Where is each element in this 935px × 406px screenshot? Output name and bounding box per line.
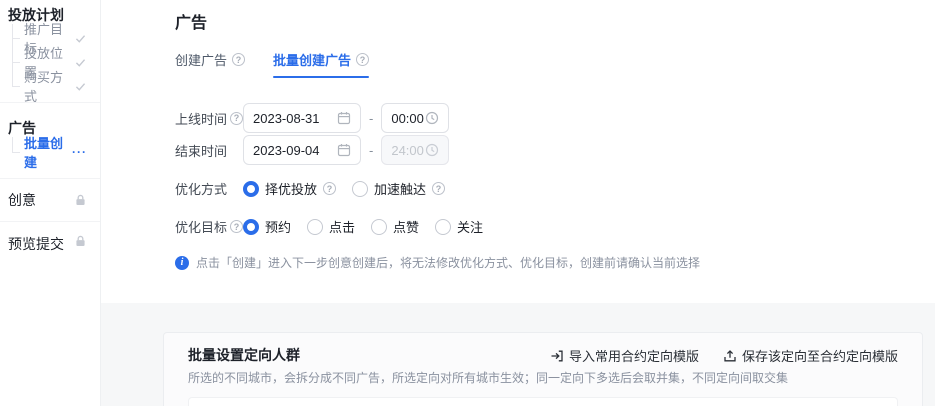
tab-batch-create-ad[interactable]: 批量创建广告 ? (273, 50, 370, 78)
radio-accelerated-reach[interactable]: 加速触达 ? (352, 179, 446, 198)
create-notice: i 点击「创建」进入下一步创意创建后，将无法修改优化方式、优化目标，创建前请确认… (175, 254, 935, 271)
optimize-goal-options: 预约 点击 点赞 关注 (243, 217, 499, 236)
radio-unselected-icon[interactable] (371, 218, 388, 235)
help-icon[interactable]: ? (432, 182, 446, 195)
end-hour-input-disabled: 24:00 (381, 135, 450, 165)
field-label: 上线时间 (175, 111, 228, 127)
help-icon[interactable]: ? (230, 111, 243, 125)
sidebar-item-preview-submit: 预览提交 (8, 236, 64, 252)
radio-label: 加速触达 (374, 182, 427, 197)
sidebar-plan-substeps: 推广目标 投放位置 购买方式 (0, 22, 100, 104)
optimize-method-options: 择优投放 ? 加速触达 ? (243, 179, 461, 198)
radio-click[interactable]: 点击 (307, 217, 355, 236)
radio-label: 点击 (329, 220, 356, 235)
import-template-link[interactable]: 导入常用合约定向模版 (550, 346, 699, 365)
sidebar-item-label: 购买方式 (24, 70, 64, 104)
start-date-value: 2023-08-31 (253, 110, 320, 126)
targeting-card: 批量设置定向人群 所选的不同城市，会拆分成不同广告，所选定向对所有城市生效；同一… (163, 332, 923, 406)
lock-icon (76, 235, 85, 247)
end-time-label: 结束时间 (175, 141, 243, 160)
link-label: 导入常用合约定向模版 (568, 349, 699, 364)
sidebar-item-label: 批量创建 (24, 136, 64, 170)
end-hour-value: 24:00 (391, 142, 424, 158)
radio-selected-icon[interactable] (243, 180, 259, 197)
sidebar-item-batch-create[interactable]: 批量创建 ··· (0, 136, 100, 170)
radio-reservation[interactable]: 预约 (243, 217, 291, 236)
range-separator: - (369, 110, 374, 126)
help-icon[interactable]: ? (323, 182, 337, 195)
sidebar-group-ad: 广告 批量创建 ··· (0, 103, 100, 179)
help-icon[interactable]: ? (230, 220, 243, 233)
page-title: 广告 (175, 15, 208, 32)
app-window: 投放计划 推广目标 投放位置 购买方式 广告 批量创建 ··· 创意 预览提交 … (0, 0, 935, 406)
radio-unselected-icon[interactable] (307, 218, 324, 235)
end-time-row: 结束时间 2023-09-04 - 24:00 (175, 135, 935, 165)
calendar-icon (337, 144, 351, 157)
more-icon[interactable]: ··· (72, 146, 87, 158)
check-icon (75, 58, 86, 67)
targeting-subtitle: 所选的不同城市，会拆分成不同广告，所选定向对所有城市生效；同一定向下多选后会取并… (188, 371, 789, 385)
clock-icon (426, 111, 439, 125)
start-time-row: 上线时间 ? 2023-08-31 - 00:00 (175, 103, 935, 133)
radio-follow[interactable]: 关注 (435, 217, 483, 236)
start-date-input[interactable]: 2023-08-31 (243, 103, 361, 133)
wizard-sidebar: 投放计划 推广目标 投放位置 购买方式 广告 批量创建 ··· 创意 预览提交 (0, 0, 101, 406)
radio-unselected-icon[interactable] (435, 218, 452, 235)
sidebar-ad-substeps: 批量创建 ··· (0, 136, 100, 170)
sidebar-item-buy-mode[interactable]: 购买方式 (0, 70, 100, 104)
radio-like[interactable]: 点赞 (371, 217, 419, 236)
radio-selected-icon[interactable] (243, 218, 259, 235)
template-actions: 导入常用合约定向模版 保存该定向至合约定向模版 (550, 346, 898, 365)
check-icon (75, 34, 86, 43)
link-label: 保存该定向至合约定向模版 (741, 349, 898, 364)
sidebar-group-plan: 投放计划 推广目标 投放位置 购买方式 (0, 0, 100, 104)
save-icon (724, 349, 736, 361)
sidebar-item-creative: 创意 (8, 192, 36, 208)
radio-smart-delivery[interactable]: 择优投放 ? (243, 179, 337, 198)
field-label: 优化目标 (175, 220, 228, 235)
radio-unselected-icon[interactable] (352, 180, 369, 197)
radio-label: 预约 (265, 220, 292, 235)
optimize-goal-row: 优化目标 ? 预约 点击 点赞 关注 (175, 217, 935, 236)
import-icon (551, 350, 563, 361)
radio-label: 点赞 (393, 220, 420, 235)
ad-tabs: 创建广告 ? 批量创建广告 ? (175, 50, 935, 78)
field-label: 结束时间 (175, 143, 228, 159)
sidebar-group-creative[interactable]: 创意 (0, 179, 100, 222)
save-template-link[interactable]: 保存该定向至合约定向模版 (723, 346, 898, 365)
sidebar-group-preview[interactable]: 预览提交 (0, 222, 100, 254)
targeting-section: 批量设置定向人群 所选的不同城市，会拆分成不同广告，所选定向对所有城市生效；同一… (101, 303, 935, 406)
check-icon (75, 82, 86, 91)
field-label: 优化方式 (175, 182, 228, 197)
tab-label: 批量创建广告 (273, 53, 352, 68)
start-time-label: 上线时间 ? (175, 109, 243, 128)
end-date-value: 2023-09-04 (253, 142, 320, 158)
optimize-goal-label: 优化目标 ? (175, 217, 243, 236)
main-content: 广告 创建广告 ? 批量创建广告 ? 上线时间 ? 2023-08-31 - 0… (101, 0, 935, 406)
radio-label: 择优投放 (265, 182, 318, 197)
start-hour-input[interactable]: 00:00 (381, 103, 450, 133)
targeting-inner-panel (188, 397, 898, 406)
notice-text: 点击「创建」进入下一步创意创建后，将无法修改优化方式、优化目标，创建前请确认当前… (196, 256, 701, 270)
ad-form-section: 广告 创建广告 ? 批量创建广告 ? 上线时间 ? 2023-08-31 - 0… (101, 0, 935, 303)
tab-create-ad[interactable]: 创建广告 ? (175, 50, 246, 78)
radio-label: 关注 (457, 220, 484, 235)
help-icon[interactable]: ? (356, 53, 370, 66)
calendar-icon (337, 112, 351, 125)
optimize-method-label: 优化方式 (175, 179, 243, 198)
lock-icon (76, 194, 85, 206)
optimize-method-row: 优化方式 择优投放 ? 加速触达 ? (175, 179, 935, 198)
end-date-input[interactable]: 2023-09-04 (243, 135, 361, 165)
clock-icon (426, 143, 439, 157)
ad-form: 上线时间 ? 2023-08-31 - 00:00 结束时间 2023-09-0… (175, 103, 935, 271)
range-separator: - (369, 142, 374, 158)
info-icon: i (175, 255, 189, 270)
help-icon[interactable]: ? (232, 53, 246, 66)
start-hour-value: 00:00 (391, 110, 424, 126)
tab-label: 创建广告 (175, 53, 228, 68)
